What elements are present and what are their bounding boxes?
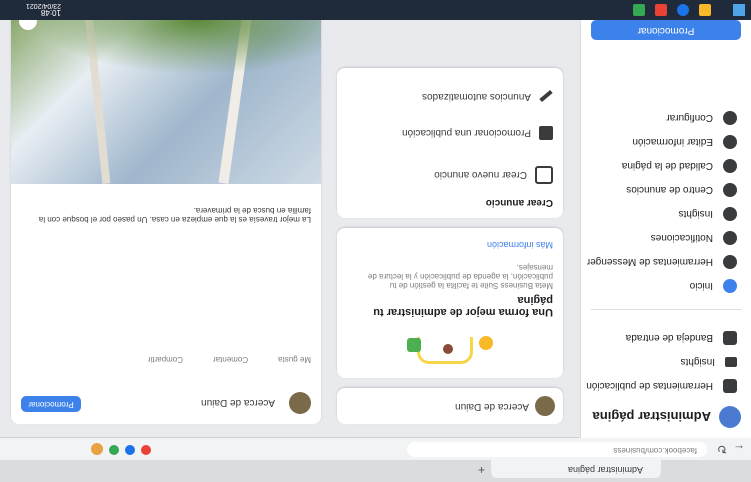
suite-card-text: Meta Business Suite te facilita la gesti… (367, 263, 553, 290)
messenger-icon (723, 255, 737, 269)
sidebar-header: Administrar página (593, 406, 741, 428)
sidebar-title: Administrar página (592, 409, 711, 425)
ads-card-title: Crear anuncio (485, 197, 553, 208)
ad-icon (535, 166, 553, 184)
page-icon (723, 331, 737, 345)
sidebar-item-quality[interactable]: Calidad de la página (581, 154, 751, 178)
composer-label: Acerca de Daiun (455, 401, 529, 412)
comment-button[interactable]: Comentar (213, 355, 248, 364)
sidebar-item-label: Notificaciones (650, 232, 713, 244)
sidebar-item-insights[interactable]: Insights (581, 350, 751, 374)
insights-icon (725, 357, 737, 367)
publish-button-label: Promocionar (28, 400, 74, 409)
sidebar-nav: Inicio Herramientas de Messenger Notific… (581, 106, 751, 298)
insights-icon (723, 207, 737, 221)
ads-item-new[interactable]: Crear nuevo anuncio (434, 166, 553, 184)
sidebar-item-messenger[interactable]: Herramientas de Messenger (581, 250, 751, 274)
page-avatar (719, 406, 741, 428)
post-author: Acerca de Daiun (201, 397, 275, 409)
share-button[interactable]: Compartir (148, 355, 183, 364)
post-photo (11, 4, 321, 184)
address-text: facebook.com/business (613, 446, 697, 455)
browser-tab-title: Administrar página (567, 465, 643, 475)
browser-tab[interactable]: Administrar página (491, 460, 661, 478)
ads-card: Crear anuncio Crear nuevo anuncio Promoc… (337, 68, 563, 218)
clock: 10:48 (40, 8, 61, 17)
sidebar-item-label: Editar información (632, 136, 713, 148)
illustration-dot (479, 336, 493, 350)
composer-card: Acerca de Daiun (337, 388, 563, 424)
sidebar-item-label: Insights (680, 356, 715, 368)
suite-card-link[interactable]: Más información (487, 240, 553, 250)
sidebar-item-inbox[interactable]: Bandeja de entrada (581, 326, 751, 350)
ads-item-label: Anuncios automatizados (422, 91, 531, 102)
home-icon (723, 279, 737, 293)
illustration-dot (443, 344, 453, 354)
store-icon (723, 379, 737, 393)
taskbar-app-icon[interactable] (655, 4, 667, 16)
promote-button-label: Promocionar (637, 25, 695, 36)
sidebar-item-label: Calidad de la página (621, 160, 713, 172)
sidebar-item-insights-nav[interactable]: Insights (581, 202, 751, 226)
sidebar-item-label: Centro de anuncios (626, 184, 713, 196)
post-action-bar: Acerca de Daiun (201, 392, 311, 414)
start-icon[interactable] (733, 4, 745, 16)
sidebar-item-label: Bandeja de entrada (625, 332, 713, 344)
ads-icon (723, 183, 737, 197)
profile-avatar[interactable] (91, 443, 103, 455)
extension-icons (11, 443, 151, 455)
pencil-icon (539, 90, 553, 103)
extension-icon[interactable] (109, 445, 119, 455)
suite-illustration (403, 328, 493, 368)
sidebar-item-label: Herramientas de publicación (586, 380, 713, 392)
gear-icon (723, 111, 737, 125)
sidebar-item-label: Configurar (666, 112, 713, 124)
quality-icon (723, 159, 737, 173)
suite-card-title: Una forma mejor de administrar tu página (373, 294, 553, 318)
left-sidebar: Administrar página Herramientas de publi… (580, 0, 751, 438)
taskbar: 10:48 23/04/2021 (0, 0, 751, 20)
promote-button[interactable]: Promocionar (591, 20, 741, 40)
date: 23/04/2021 (25, 2, 61, 9)
sidebar-item-label: Insights (678, 208, 713, 220)
new-tab-icon[interactable]: + (478, 463, 485, 477)
reload-icon[interactable]: ↻ (717, 442, 727, 456)
sidebar-item-label: Inicio (689, 280, 713, 292)
sidebar-item-ads[interactable]: Centro de anuncios (581, 178, 751, 202)
browser-tab-bar: Administrar página + (0, 460, 751, 482)
sidebar-item-home[interactable]: Inicio (581, 274, 751, 298)
sidebar-tool-list: Herramientas de publicación Insights Ban… (581, 326, 751, 398)
composer-avatar (535, 396, 555, 416)
publish-button[interactable]: Promocionar (21, 396, 81, 412)
illustration-box (407, 338, 421, 352)
taskbar-app-icon[interactable] (677, 4, 689, 16)
ads-item-boost[interactable]: Promocionar una publicación (402, 126, 553, 140)
edit-icon (723, 135, 737, 149)
post-avatar (289, 392, 311, 414)
bell-icon (723, 231, 737, 245)
post-card: Acerca de Daiun Promocionar Me gusta Com… (11, 4, 321, 424)
back-icon[interactable]: ← (733, 442, 745, 456)
sidebar-item-settings[interactable]: Configurar (581, 106, 751, 130)
post-text: La mejor travesía es la que empieza en c… (38, 206, 311, 224)
sidebar-item-notifications[interactable]: Notificaciones (581, 226, 751, 250)
megaphone-icon (539, 126, 553, 140)
like-button[interactable]: Me gusta (278, 355, 311, 364)
ads-item-label: Promocionar una publicación (402, 127, 531, 139)
address-bar[interactable]: facebook.com/business (407, 442, 707, 457)
sidebar-item-label: Herramientas de Messenger (586, 256, 713, 268)
sidebar-item-edit[interactable]: Editar información (581, 130, 751, 154)
extension-icon[interactable] (141, 445, 151, 455)
ads-item-label: Crear nuevo anuncio (434, 169, 527, 181)
rotated-screenshot: Administrar página + ← ↻ facebook.com/bu… (0, 0, 751, 482)
post-reactions: Me gusta Comentar Compartir (148, 355, 311, 364)
sidebar-divider (591, 309, 741, 310)
browser-toolbar: ← ↻ facebook.com/business (0, 437, 751, 460)
sidebar-item-tools[interactable]: Herramientas de publicación (581, 374, 751, 398)
extension-icon[interactable] (125, 445, 135, 455)
ads-item-auto[interactable]: Anuncios automatizados (422, 90, 553, 103)
taskbar-app-icon[interactable] (699, 4, 711, 16)
business-suite-card: Una forma mejor de administrar tu página… (337, 228, 563, 378)
taskbar-app-icon[interactable] (633, 4, 645, 16)
